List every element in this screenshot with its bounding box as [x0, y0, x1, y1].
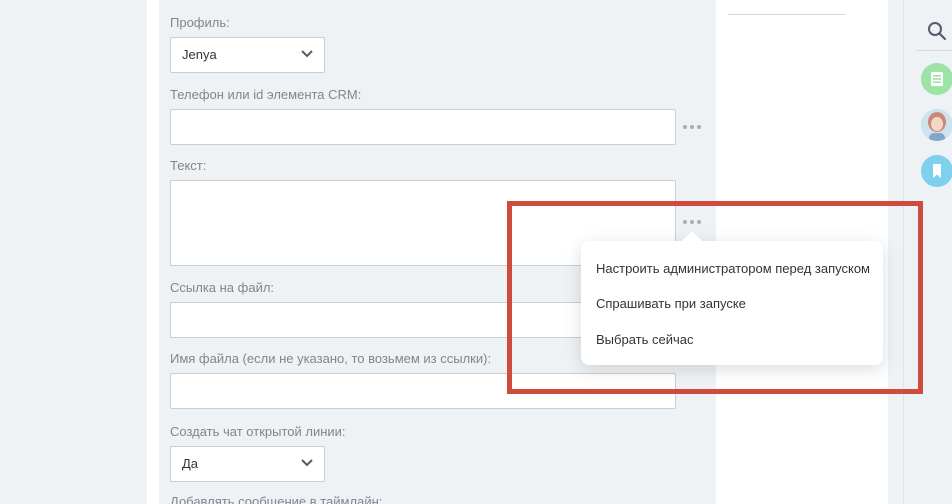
highlight-annotation [507, 201, 923, 394]
bookmark-icon[interactable] [921, 155, 952, 187]
sheet-app-icon[interactable] [921, 63, 952, 95]
open-line-chat-label: Создать чат открытой линии: [170, 424, 346, 439]
text-label: Текст: [170, 158, 207, 173]
phone-options-icon[interactable] [683, 124, 701, 130]
profile-value: Jenya [182, 47, 217, 62]
file-link-label: Ссылка на файл: [170, 280, 275, 295]
sidebar-divider [916, 50, 952, 51]
profile-label: Профиль: [170, 15, 230, 30]
phone-label: Телефон или id элемента CRM: [170, 87, 362, 102]
open-line-chat-value: Да [182, 456, 199, 471]
user-avatar[interactable] [921, 109, 952, 141]
timeline-label: Добавлять сообщение в таймлайн: [170, 494, 383, 504]
open-line-chat-select[interactable]: Да [170, 446, 325, 482]
search-icon[interactable] [926, 20, 948, 42]
chevron-down-icon [301, 50, 313, 58]
chevron-down-icon [301, 459, 313, 467]
file-name-label: Имя файла (если не указано, то возьмем и… [170, 351, 492, 366]
profile-select[interactable]: Jenya [170, 37, 325, 73]
phone-input[interactable] [170, 109, 676, 145]
divider [728, 14, 846, 15]
